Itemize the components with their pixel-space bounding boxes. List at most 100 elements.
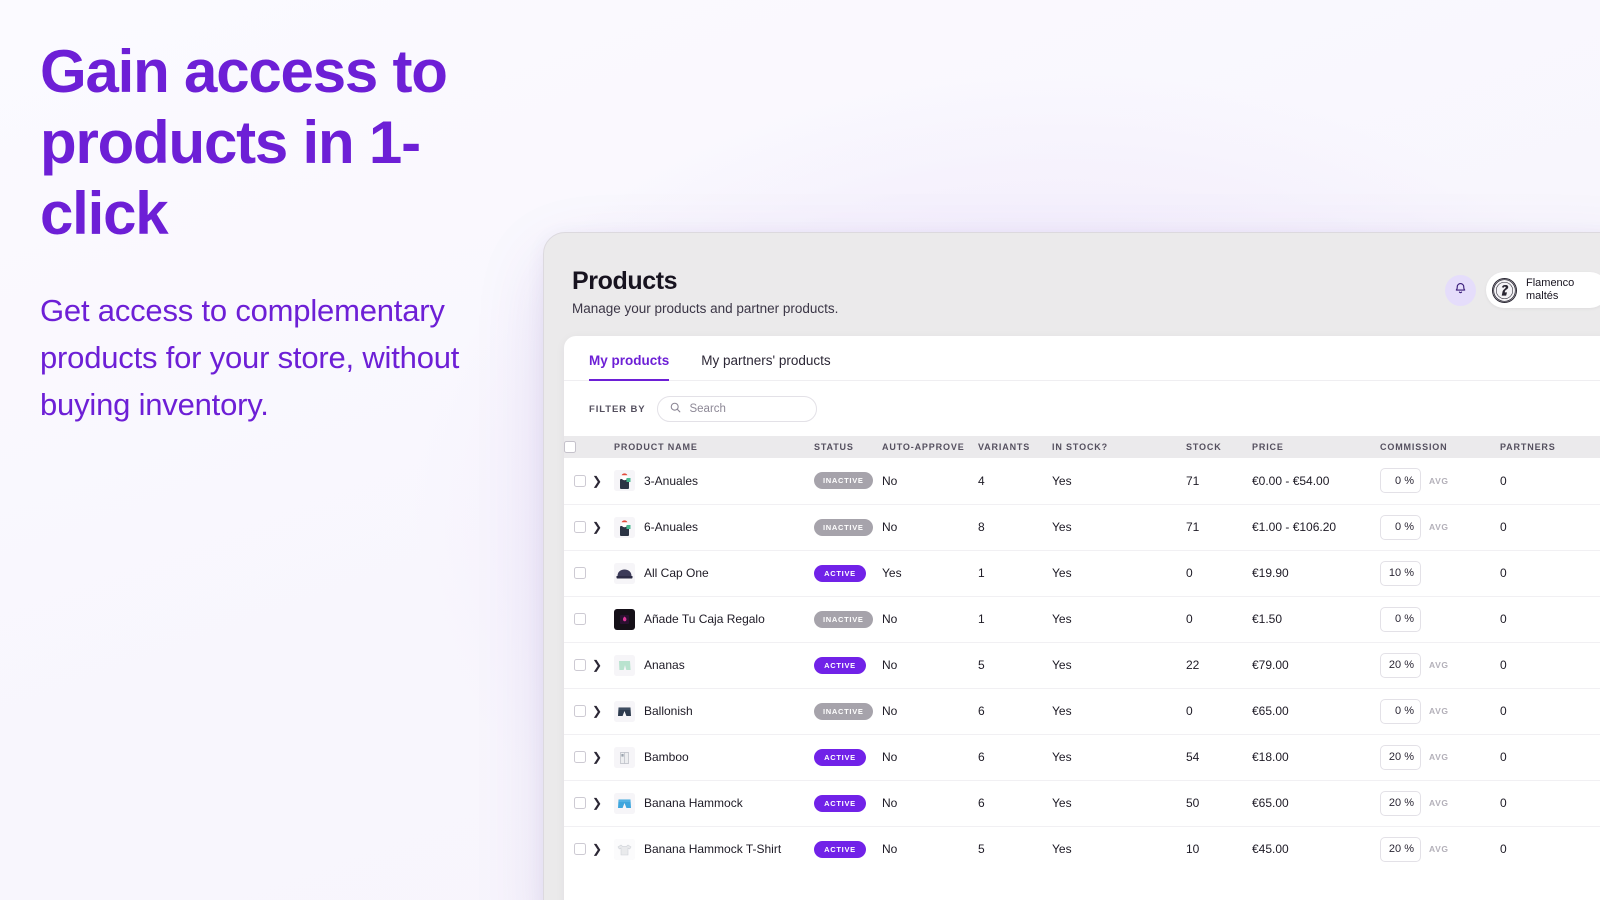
row-menu-icon[interactable] [1584, 796, 1600, 810]
row-checkbox[interactable] [574, 474, 586, 487]
row-checkbox[interactable] [574, 567, 586, 579]
profile-chip[interactable]: Flamenco maltés [1486, 272, 1600, 308]
select-all-checkbox[interactable] [564, 441, 576, 453]
flamingo-avatar-icon [1493, 278, 1516, 302]
variants-value: 8 [978, 520, 985, 534]
header-actions: Flamenco maltés [1445, 267, 1600, 308]
partners-value: 0 [1500, 796, 1507, 810]
tab-my-partners-products[interactable]: My partners' products [701, 353, 830, 381]
row-checkbox[interactable] [574, 751, 586, 763]
row-expand-cell: ❯ [592, 642, 614, 689]
commission-cell: 0 % AVG [1380, 504, 1500, 551]
commission-input[interactable]: 20 % [1380, 744, 1421, 770]
col-status: STATUS [814, 436, 882, 458]
auto-approve-cell: No [882, 734, 978, 781]
table-row[interactable]: ❯ Ballonish INACTIVE No 6 Yes 0 €65.00 0… [564, 688, 1600, 735]
stock-value: 0 [1186, 704, 1193, 718]
stock-cell: 71 [1186, 458, 1252, 505]
auto-approve-value: No [882, 658, 898, 672]
chevron-right-icon[interactable]: ❯ [592, 659, 602, 671]
auto-approve-value: No [882, 796, 898, 810]
partners-cell: 0 [1500, 688, 1584, 735]
table-row[interactable]: Añade Tu Caja Regalo INACTIVE No 1 Yes 0… [564, 596, 1600, 643]
table-row[interactable]: ❯ Banana Hammock T-Shirt ACTIVE No 5 Yes… [564, 826, 1600, 872]
commission-input[interactable]: 20 % [1380, 790, 1421, 816]
row-checkbox[interactable] [574, 705, 586, 717]
chevron-right-icon[interactable]: ❯ [592, 751, 602, 763]
status-badge: INACTIVE [814, 702, 873, 720]
product-name: Ballonish [644, 704, 693, 718]
row-menu-icon[interactable] [1584, 520, 1600, 534]
row-checkbox[interactable] [574, 613, 586, 625]
variants-cell: 8 [978, 504, 1052, 551]
commission-input[interactable]: 0 % [1380, 698, 1421, 724]
partners-value: 0 [1500, 612, 1507, 626]
row-menu-icon[interactable] [1584, 750, 1600, 764]
product-name-cell: Ananas [614, 642, 814, 689]
products-card: My products My partners' products FILTER… [564, 336, 1600, 900]
row-menu-icon[interactable] [1584, 566, 1600, 580]
commission-input[interactable]: 0 % [1380, 468, 1421, 494]
status-badge: INACTIVE [814, 518, 873, 536]
in-stock-value: Yes [1052, 612, 1072, 626]
chevron-right-icon[interactable]: ❯ [592, 521, 602, 533]
row-expand-cell: ❯ [592, 734, 614, 781]
chevron-right-icon[interactable]: ❯ [592, 797, 602, 809]
table-row[interactable]: ❯ 6-Anuales INACTIVE No 8 Yes 71 €1.00 -… [564, 504, 1600, 551]
col-price: PRICE [1252, 436, 1380, 458]
stock-cell: 54 [1186, 734, 1252, 781]
stock-value: 22 [1186, 658, 1200, 672]
row-menu-icon[interactable] [1584, 474, 1600, 488]
commission-input[interactable]: 20 % [1380, 652, 1421, 678]
commission-input[interactable]: 0 % [1380, 606, 1421, 632]
product-name: Ananas [644, 658, 685, 672]
auto-approve-cell: No [882, 642, 978, 689]
commission-input[interactable]: 0 % [1380, 514, 1421, 540]
auto-approve-value: No [882, 473, 898, 488]
table-row[interactable]: ❯ 3-Anuales INACTIVE No 4 Yes 71 €0.00 -… [564, 458, 1600, 505]
price-cell: €0.00 - €54.00 [1252, 458, 1380, 505]
table-row[interactable]: ❯ Banana Hammock ACTIVE No 6 Yes 50 €65.… [564, 780, 1600, 827]
variants-cell: 6 [978, 688, 1052, 735]
in-stock-cell: Yes [1052, 826, 1186, 872]
notifications-button[interactable] [1445, 274, 1476, 306]
row-menu-icon[interactable] [1584, 842, 1600, 856]
stock-cell: 71 [1186, 504, 1252, 551]
commission-avg-label: AVG [1429, 752, 1449, 762]
chevron-right-icon[interactable]: ❯ [592, 705, 602, 717]
stock-value: 54 [1186, 750, 1200, 764]
in-stock-value: Yes [1052, 658, 1072, 672]
row-actions-cell [1584, 780, 1600, 827]
price-value: €65.00 [1252, 796, 1289, 810]
table-body: ❯ 3-Anuales INACTIVE No 4 Yes 71 €0.00 -… [564, 458, 1600, 872]
stock-cell: 10 [1186, 826, 1252, 872]
row-menu-icon[interactable] [1584, 658, 1600, 672]
row-select-cell [564, 596, 592, 643]
row-menu-icon[interactable] [1584, 704, 1600, 718]
search-box[interactable] [657, 396, 818, 422]
product-name-cell: Ballonish [614, 688, 814, 735]
santa-figure-thumb [614, 516, 635, 538]
table-row[interactable]: All Cap One ACTIVE Yes 1 Yes 0 €19.90 10… [564, 550, 1600, 597]
search-input[interactable] [689, 403, 805, 415]
price-value: €45.00 [1252, 842, 1289, 857]
table-row[interactable]: ❯ Bamboo ACTIVE No 6 Yes 54 €18.00 20 % … [564, 734, 1600, 781]
commission-input[interactable]: 20 % [1380, 836, 1421, 862]
white-garment-thumb [614, 746, 635, 768]
commission-cell: 0 % AVG [1380, 688, 1500, 735]
chevron-right-icon[interactable]: ❯ [592, 843, 602, 855]
row-expand-cell: ❯ [592, 826, 614, 872]
stock-value: 50 [1186, 796, 1200, 810]
partners-value: 0 [1500, 566, 1507, 580]
row-checkbox[interactable] [574, 797, 586, 809]
table-row[interactable]: ❯ Ananas ACTIVE No 5 Yes 22 €79.00 20 % … [564, 642, 1600, 689]
row-checkbox[interactable] [574, 521, 586, 533]
marketing-copy: Gain access to products in 1-click Get a… [40, 36, 510, 428]
row-menu-icon[interactable] [1584, 612, 1600, 626]
commission-input[interactable]: 10 % [1380, 560, 1421, 586]
row-checkbox[interactable] [574, 843, 586, 856]
tab-my-products[interactable]: My products [589, 353, 670, 381]
chevron-right-icon[interactable]: ❯ [592, 475, 602, 487]
row-checkbox[interactable] [574, 659, 586, 671]
col-variants: VARIANTS [978, 436, 1052, 458]
